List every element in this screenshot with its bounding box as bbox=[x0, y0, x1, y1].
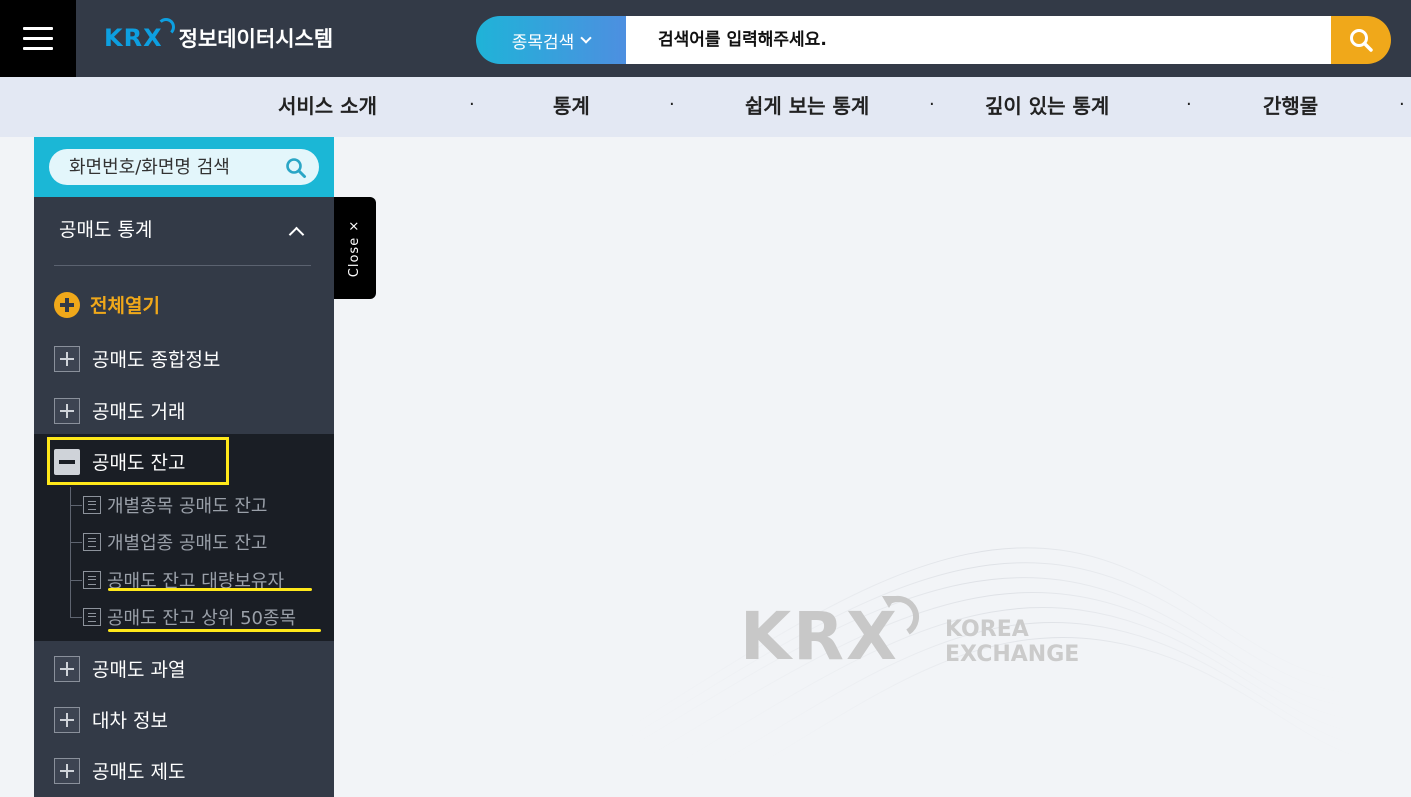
tree-branch bbox=[70, 579, 82, 581]
search-icon[interactable] bbox=[285, 157, 307, 179]
nav-separator: · bbox=[929, 94, 935, 115]
nav-item-publications[interactable]: 간행물 bbox=[1263, 77, 1318, 137]
document-icon bbox=[83, 533, 101, 551]
document-icon bbox=[83, 496, 101, 514]
divider bbox=[54, 265, 311, 266]
sidebar: 공매도 통계 전체열기 공매도 종합정보 공매도 거래 공매도 잔고 개별종목 … bbox=[34, 137, 334, 797]
highlight-underline bbox=[108, 588, 312, 591]
close-tab-label: Close × bbox=[347, 219, 363, 277]
nav-item-statistics[interactable]: 통계 bbox=[553, 77, 590, 137]
watermark-line2: EXCHANGE bbox=[945, 642, 1080, 667]
main-nav: 서비스 소개 · 통계 · 쉽게 보는 통계 · 깊이 있는 통계 · 간행물 … bbox=[0, 77, 1411, 137]
sidebar-search-input[interactable] bbox=[69, 156, 279, 178]
sidebar-item-label: 공매도 과열 bbox=[92, 659, 186, 681]
global-search-input[interactable] bbox=[626, 16, 1331, 64]
open-all-label: 전체열기 bbox=[90, 295, 160, 317]
krx-logo-text: KRX bbox=[104, 24, 163, 52]
sidebar-item-regulation[interactable]: 공매도 제도 bbox=[54, 757, 185, 784]
highlight-box bbox=[47, 437, 229, 485]
document-icon bbox=[83, 608, 101, 626]
document-icon bbox=[83, 571, 101, 589]
submenu-item-label: 공매도 잔고 상위 50종목 bbox=[107, 608, 297, 629]
global-search-button[interactable] bbox=[1331, 16, 1391, 64]
plus-circle-icon bbox=[54, 291, 80, 318]
krx-logo: KRX bbox=[104, 18, 175, 52]
global-search: 종목검색 bbox=[476, 16, 1391, 64]
sidebar-item-label: 공매도 거래 bbox=[92, 401, 186, 423]
menu-icon-bar bbox=[23, 27, 53, 30]
search-type-dropdown[interactable]: 종목검색 bbox=[476, 16, 626, 64]
logo-swoosh-icon bbox=[156, 18, 175, 36]
submenu-item-stock-balance[interactable]: 개별종목 공매도 잔고 bbox=[70, 492, 267, 518]
menu-icon-bar bbox=[23, 47, 53, 50]
chevron-up-icon[interactable] bbox=[288, 226, 305, 243]
plus-square-icon bbox=[54, 655, 80, 682]
sidebar-item-label: 공매도 종합정보 bbox=[92, 349, 221, 371]
submenu-item-label: 개별종목 공매도 잔고 bbox=[107, 496, 268, 517]
sidebar-section-title[interactable]: 공매도 통계 bbox=[59, 215, 152, 242]
nav-separator: · bbox=[1186, 94, 1192, 115]
plus-square-icon bbox=[54, 757, 80, 784]
nav-separator: · bbox=[469, 94, 475, 115]
sidebar-search-box bbox=[49, 149, 319, 185]
close-sidebar-tab[interactable]: Close × bbox=[334, 197, 376, 299]
highlight-underline bbox=[108, 629, 321, 632]
open-all-button[interactable]: 전체열기 bbox=[54, 291, 160, 318]
hamburger-menu-button[interactable] bbox=[0, 0, 76, 77]
plus-square-icon bbox=[54, 706, 80, 733]
nav-item-deep-statistics[interactable]: 깊이 있는 통계 bbox=[985, 77, 1109, 137]
plus-square-icon bbox=[54, 345, 80, 372]
tree-branch bbox=[70, 541, 82, 543]
watermark-korea-exchange: KOREA EXCHANGE bbox=[945, 617, 1079, 667]
sidebar-item-lending-info[interactable]: 대차 정보 bbox=[54, 706, 168, 733]
sidebar-item-short-selling-trade[interactable]: 공매도 거래 bbox=[54, 397, 185, 424]
sidebar-item-label: 대차 정보 bbox=[92, 710, 168, 732]
chevron-down-icon bbox=[580, 32, 592, 44]
submenu-item-top50[interactable]: 공매도 잔고 상위 50종목 bbox=[70, 604, 296, 630]
sidebar-search-bar bbox=[34, 137, 334, 197]
nav-item-service-intro[interactable]: 서비스 소개 bbox=[278, 77, 377, 137]
watermark-swoosh-icon bbox=[882, 595, 919, 635]
plus-square-icon bbox=[54, 397, 80, 424]
submenu-item-industry-balance[interactable]: 개별업종 공매도 잔고 bbox=[70, 529, 267, 555]
sidebar-item-short-selling-overview[interactable]: 공매도 종합정보 bbox=[54, 345, 220, 372]
nav-separator: · bbox=[669, 94, 675, 115]
nav-item-easy-statistics[interactable]: 쉽게 보는 통계 bbox=[745, 77, 869, 137]
tree-branch bbox=[70, 616, 82, 618]
site-title: 정보데이터시스템 bbox=[178, 27, 334, 51]
top-header: KRX 정보데이터시스템 종목검색 bbox=[0, 0, 1411, 77]
search-type-label: 종목검색 bbox=[511, 32, 575, 53]
nav-separator: · bbox=[1399, 94, 1405, 115]
watermark-krx: KRX bbox=[740, 598, 899, 675]
submenu-item-label: 개별업종 공매도 잔고 bbox=[107, 533, 268, 554]
sidebar-item-overheating[interactable]: 공매도 과열 bbox=[54, 655, 185, 682]
site-logo[interactable]: KRX 정보데이터시스템 bbox=[104, 18, 334, 56]
menu-icon-bar bbox=[23, 37, 53, 40]
sidebar-item-label: 공매도 제도 bbox=[92, 761, 186, 783]
watermark-line1: KOREA bbox=[945, 617, 1029, 642]
search-icon bbox=[1350, 29, 1373, 52]
tree-branch bbox=[70, 504, 82, 506]
